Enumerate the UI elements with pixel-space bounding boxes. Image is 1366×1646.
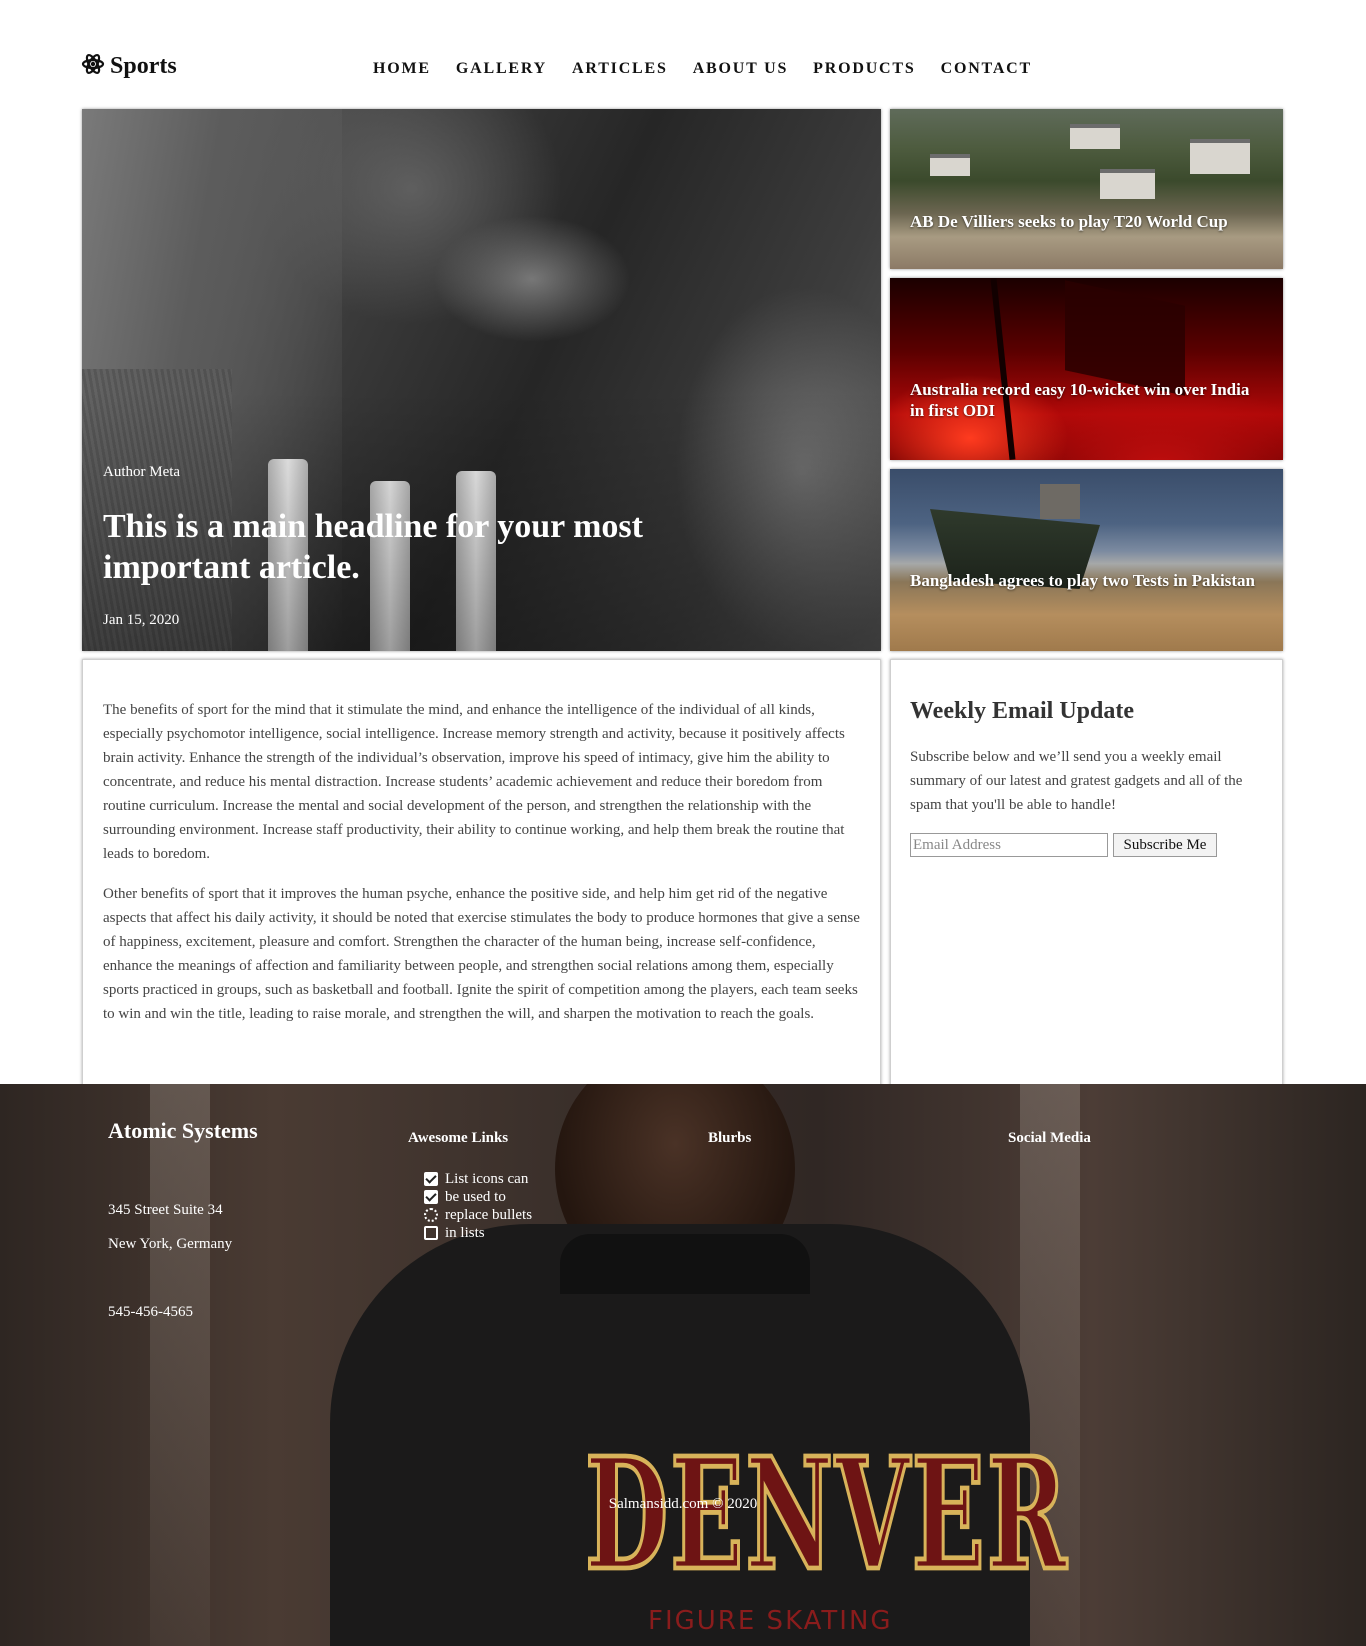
brand-name: Sports (110, 53, 177, 79)
footer-brand: Atomic Systems (108, 1118, 258, 1143)
site-header: Sports HOME GALLERY ARTICLES ABOUT US PR… (0, 0, 1366, 110)
hero-date: Jan 15, 2020 (103, 612, 180, 628)
main-nav: HOME GALLERY ARTICLES ABOUT US PRODUCTS … (373, 60, 1057, 78)
footer-col-awesome-links: Awesome Links (408, 1130, 509, 1146)
footer-col-social-media: Social Media (1008, 1130, 1091, 1146)
spinner-icon (424, 1208, 438, 1222)
article-paragraph: Other benefits of sport that it improves… (103, 886, 860, 1022)
newsletter-widget: Weekly Email Update Subscribe below and … (890, 659, 1283, 1089)
side-card-title: Bangladesh agrees to play two Tests in P… (910, 571, 1255, 590)
nav-contact[interactable]: CONTACT (941, 60, 1032, 78)
footer-address-line-2: New York, Germany (108, 1236, 233, 1252)
hero-headline[interactable]: This is a main headline for your most im… (103, 506, 723, 588)
footer-phone: 545-456-4565 (108, 1304, 193, 1320)
check-square-icon (424, 1190, 438, 1204)
article-body: The benefits of sport for the mind that … (82, 659, 881, 1089)
hero-article[interactable]: Author Meta This is a main headline for … (82, 109, 881, 651)
email-field[interactable] (910, 833, 1108, 857)
check-square-icon (424, 1172, 438, 1186)
nav-products[interactable]: PRODUCTS (813, 60, 915, 78)
list-item[interactable]: in lists (424, 1224, 532, 1242)
hero-author-meta: Author Meta (103, 464, 181, 480)
list-item[interactable]: be used to (424, 1188, 532, 1206)
nav-home[interactable]: HOME (373, 60, 431, 78)
subscribe-button[interactable]: Subscribe Me (1113, 833, 1217, 857)
footer-bg-text-main: DENVER (584, 1422, 1069, 1608)
copyright: Salmansidd.com © 2020 (608, 1496, 758, 1512)
side-card-title: Australia record easy 10-wicket win over… (910, 380, 1250, 420)
newsletter-description: Subscribe below and we’ll send you a wee… (910, 749, 1243, 813)
square-icon (424, 1226, 438, 1240)
side-card-2[interactable]: Australia record easy 10-wicket win over… (890, 278, 1283, 460)
list-item[interactable]: List icons can (424, 1170, 532, 1188)
list-item[interactable]: replace bullets (424, 1206, 532, 1224)
article-paragraph: The benefits of sport for the mind that … (103, 702, 845, 862)
nav-about-us[interactable]: ABOUT US (693, 60, 788, 78)
footer-col-blurbs: Blurbs (708, 1130, 752, 1146)
newsletter-title: Weekly Email Update (910, 698, 1135, 724)
side-card-3[interactable]: Bangladesh agrees to play two Tests in P… (890, 469, 1283, 651)
nav-articles[interactable]: ARTICLES (572, 60, 668, 78)
footer-address-line-1: 345 Street Suite 34 (108, 1202, 223, 1218)
brand-logo[interactable]: Sports (81, 52, 177, 81)
atom-icon (81, 52, 105, 81)
footer-icon-list: List icons can be used to replace bullet… (424, 1170, 532, 1242)
footer-bg-text-sub: FIGURE SKATING (648, 1606, 893, 1636)
side-card-title: AB De Villiers seeks to play T20 World C… (910, 212, 1228, 231)
nav-gallery[interactable]: GALLERY (456, 60, 547, 78)
side-card-1[interactable]: AB De Villiers seeks to play T20 World C… (890, 109, 1283, 269)
site-footer: DENVER FIGURE SKATING Atomic Systems 345… (0, 1084, 1366, 1646)
